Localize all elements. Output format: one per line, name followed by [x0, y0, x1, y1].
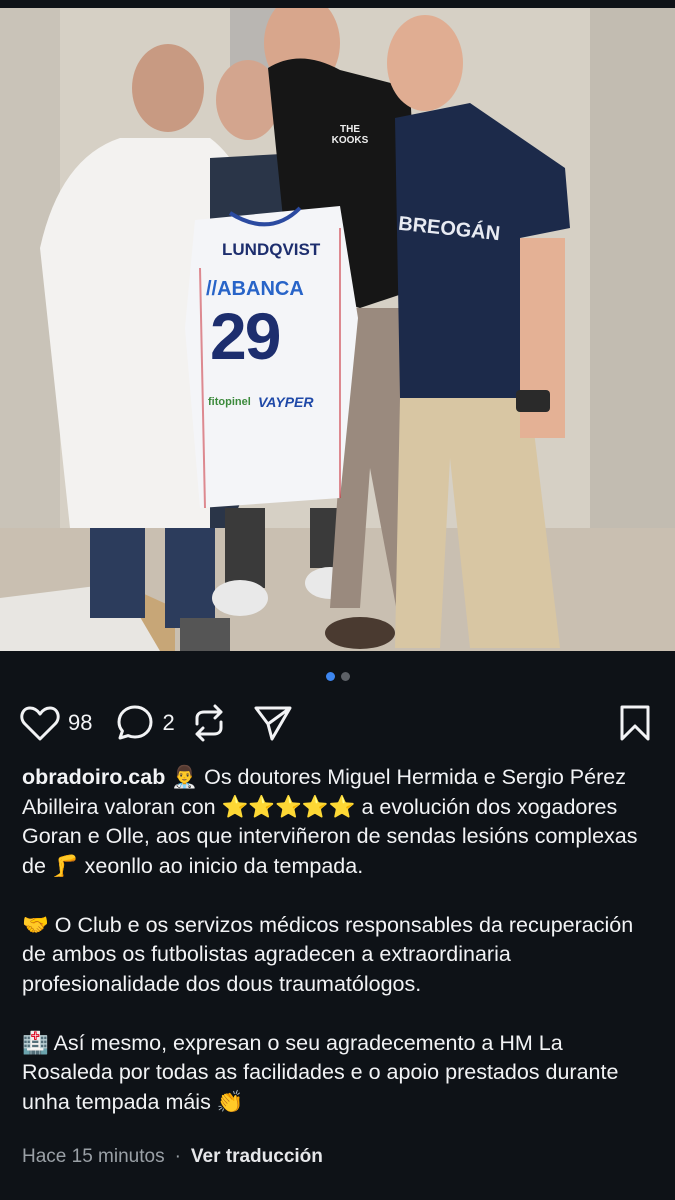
- action-bar: 98 2: [20, 700, 651, 746]
- repost-icon: [191, 704, 227, 742]
- post-photo[interactable]: LUNDQVIST //ABANCA 29 fitopinel VAYPER T…: [0, 8, 675, 651]
- leg-emoji-icon: 🦵: [51, 853, 79, 878]
- carousel-indicator: [0, 672, 675, 681]
- post-meta: Hace 15 minutos · Ver traducción: [22, 1146, 323, 1168]
- meta-separator: ·: [174, 1146, 181, 1167]
- heart-icon: [20, 705, 60, 741]
- username[interactable]: obradoiro.cab: [22, 765, 165, 789]
- share-button[interactable]: [253, 704, 293, 742]
- caption-text-3: Así mesmo, expresan o seu agradecemento …: [22, 1030, 619, 1114]
- caption-text-1c: xeonllo ao inicio da tempada.: [84, 853, 364, 878]
- caption-paragraph-1: obradoiro.cab 👨‍⚕️ Os doutores Miguel He…: [22, 763, 652, 881]
- caption-text-2: O Club e os servizos médicos responsable…: [22, 912, 634, 996]
- like-count: 98: [68, 710, 93, 735]
- comment-button[interactable]: 2: [116, 704, 175, 742]
- post-timestamp: Hace 15 minutos: [22, 1146, 165, 1167]
- caption-paragraph-2: 🤝 O Club e os servizos médicos responsab…: [22, 911, 652, 1000]
- comment-count: 2: [162, 710, 175, 735]
- tshirt-print: THE KOOKS: [331, 124, 369, 146]
- jersey-sponsor-2: VAYPER: [258, 394, 314, 410]
- comment-icon: [116, 704, 154, 742]
- like-button[interactable]: 98: [20, 705, 92, 741]
- caption-paragraph-3: 🏥 Así mesmo, expresan o seu agradecement…: [22, 1029, 652, 1118]
- clap-emoji-icon: 👏: [216, 1089, 244, 1114]
- doctor-emoji-icon: 👨‍⚕️: [171, 765, 199, 789]
- post-caption: obradoiro.cab 👨‍⚕️ Os doutores Miguel He…: [22, 763, 652, 1117]
- translate-link[interactable]: Ver traducción: [191, 1146, 323, 1168]
- carousel-dot-1[interactable]: [325, 672, 335, 681]
- repost-button[interactable]: [191, 704, 227, 742]
- send-icon: [253, 704, 293, 742]
- top-bar: [0, 0, 675, 8]
- carousel-dot-2[interactable]: [340, 672, 350, 681]
- save-button[interactable]: [619, 704, 651, 742]
- handshake-emoji-icon: 🤝: [22, 912, 49, 937]
- hospital-emoji-icon: 🏥: [22, 1030, 49, 1055]
- jersey-sponsor-3: fitopinel: [208, 396, 251, 408]
- stars-emoji-icon: ⭐⭐⭐⭐⭐: [221, 794, 356, 819]
- jersey-number: 29: [210, 299, 281, 373]
- bookmark-icon: [619, 704, 651, 742]
- jersey-name: LUNDQVIST: [222, 240, 321, 259]
